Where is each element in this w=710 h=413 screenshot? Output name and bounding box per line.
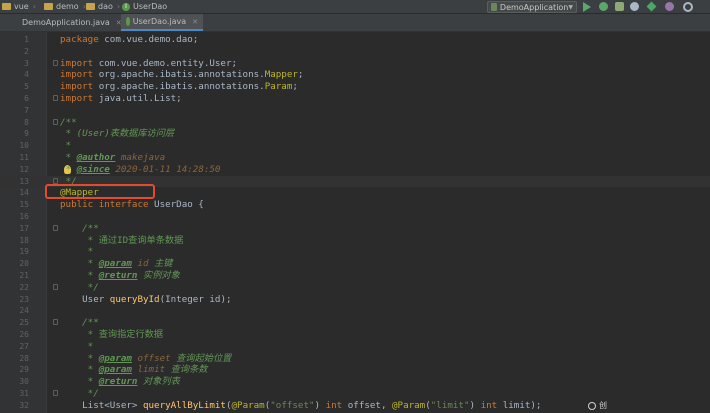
tab-userdao[interactable]: UserDao.java ✕ bbox=[121, 14, 203, 31]
breadcrumb-userdao[interactable]: I UserDao bbox=[122, 0, 167, 13]
chevron-down-icon: ▼ bbox=[568, 3, 573, 11]
code-line: 31 */ bbox=[19, 388, 99, 399]
editor-tab-bar: DemoApplication.java ✕ UserDao.java ✕ bbox=[0, 14, 710, 32]
code-editor[interactable]: 1 package com.vue.demo.dao; 2 3 import com… bbox=[0, 32, 710, 413]
code-line: 1 package com.vue.demo.dao; bbox=[24, 34, 199, 45]
debug-icon[interactable] bbox=[599, 2, 608, 11]
code-line: 28 * @param offset 查询起始位置 bbox=[19, 352, 232, 364]
folder-icon bbox=[44, 3, 53, 10]
spring-boot-icon bbox=[491, 3, 497, 11]
interface-icon bbox=[126, 17, 130, 26]
code-line: 26 * 查询指定行数据 bbox=[19, 329, 164, 340]
breadcrumb-separator: › bbox=[116, 2, 121, 11]
breadcrumb-separator: › bbox=[32, 2, 36, 11]
code-line: 10 * bbox=[19, 140, 72, 152]
code-line: 15 public interface UserDao { bbox=[19, 199, 204, 211]
code-line: 9 * (User)表数据库访问层 bbox=[24, 128, 175, 140]
code-line: 22 */ bbox=[19, 281, 99, 293]
fold-marker-icon[interactable] bbox=[53, 390, 58, 396]
annotation-highlight-box bbox=[45, 184, 155, 199]
fold-marker-icon[interactable] bbox=[53, 283, 58, 290]
fold-marker-icon[interactable] bbox=[53, 118, 58, 125]
fold-marker-icon[interactable] bbox=[53, 224, 58, 231]
fold-marker-icon[interactable] bbox=[53, 319, 58, 326]
fold-marker-icon[interactable] bbox=[53, 177, 58, 184]
code-line: 11 * @author makejava bbox=[19, 152, 166, 163]
code-line: 25 /** bbox=[19, 317, 99, 329]
settings-icon[interactable] bbox=[665, 2, 674, 11]
folder-icon bbox=[86, 3, 95, 10]
breadcrumb-dao[interactable]: dao › bbox=[86, 0, 120, 13]
code-line: 3 import com.vue.demo.entity.User; bbox=[24, 57, 238, 69]
breadcrumb-vue[interactable]: vue › bbox=[2, 0, 36, 13]
run-configuration-select[interactable]: DemoApplication ▼ bbox=[487, 1, 577, 13]
code-line: 2 bbox=[24, 46, 29, 56]
code-line: 20 * @param id 主键 bbox=[19, 258, 173, 270]
tab-demoapplication[interactable]: DemoApplication.java ✕ bbox=[14, 14, 122, 31]
run-icon[interactable] bbox=[583, 2, 591, 12]
watermark: 创 bbox=[588, 400, 607, 411]
code-line: 7 bbox=[24, 105, 29, 115]
fold-marker-icon[interactable] bbox=[53, 59, 58, 66]
fold-marker-icon[interactable] bbox=[53, 95, 58, 101]
code-line: 23 User queryById(Integer id); bbox=[19, 293, 232, 305]
code-line: 4 import org.apache.ibatis.annotations.Ma… bbox=[24, 69, 304, 81]
search-icon[interactable] bbox=[683, 2, 693, 12]
code-line: 21 * @return 实例对象 bbox=[19, 270, 180, 281]
interface-icon: I bbox=[122, 2, 130, 11]
code-line: 24 bbox=[19, 306, 29, 316]
code-line: 17 /** bbox=[19, 222, 99, 234]
navigation-bar: vue › demo › dao › I UserDao DemoApplica… bbox=[0, 0, 710, 14]
close-icon[interactable]: ✕ bbox=[192, 18, 198, 26]
breadcrumb-demo[interactable]: demo › bbox=[44, 0, 86, 13]
build-icon[interactable] bbox=[646, 1, 657, 12]
profile-icon[interactable] bbox=[630, 2, 639, 11]
code-line: 18 * 通过ID查询单条数据 bbox=[19, 234, 184, 246]
code-line: 30 * @return 对象列表 bbox=[19, 376, 180, 388]
code-line: 29 * @param limit 查询条数 bbox=[19, 364, 208, 376]
coverage-icon[interactable] bbox=[615, 2, 624, 11]
watermark-logo-icon bbox=[588, 401, 596, 410]
code-line: 16 bbox=[19, 212, 29, 221]
code-line: 19 * bbox=[19, 246, 94, 258]
code-line: 6 import java.util.List; bbox=[24, 93, 182, 104]
folder-icon bbox=[2, 3, 11, 10]
code-line: 27 * bbox=[19, 340, 94, 352]
code-line: 8/** bbox=[24, 116, 77, 128]
code-line: 5 import org.apache.ibatis.annotations.Pa… bbox=[24, 81, 298, 93]
code-line: 12 * @since 2020-01-11 14:28:50 bbox=[19, 163, 221, 175]
